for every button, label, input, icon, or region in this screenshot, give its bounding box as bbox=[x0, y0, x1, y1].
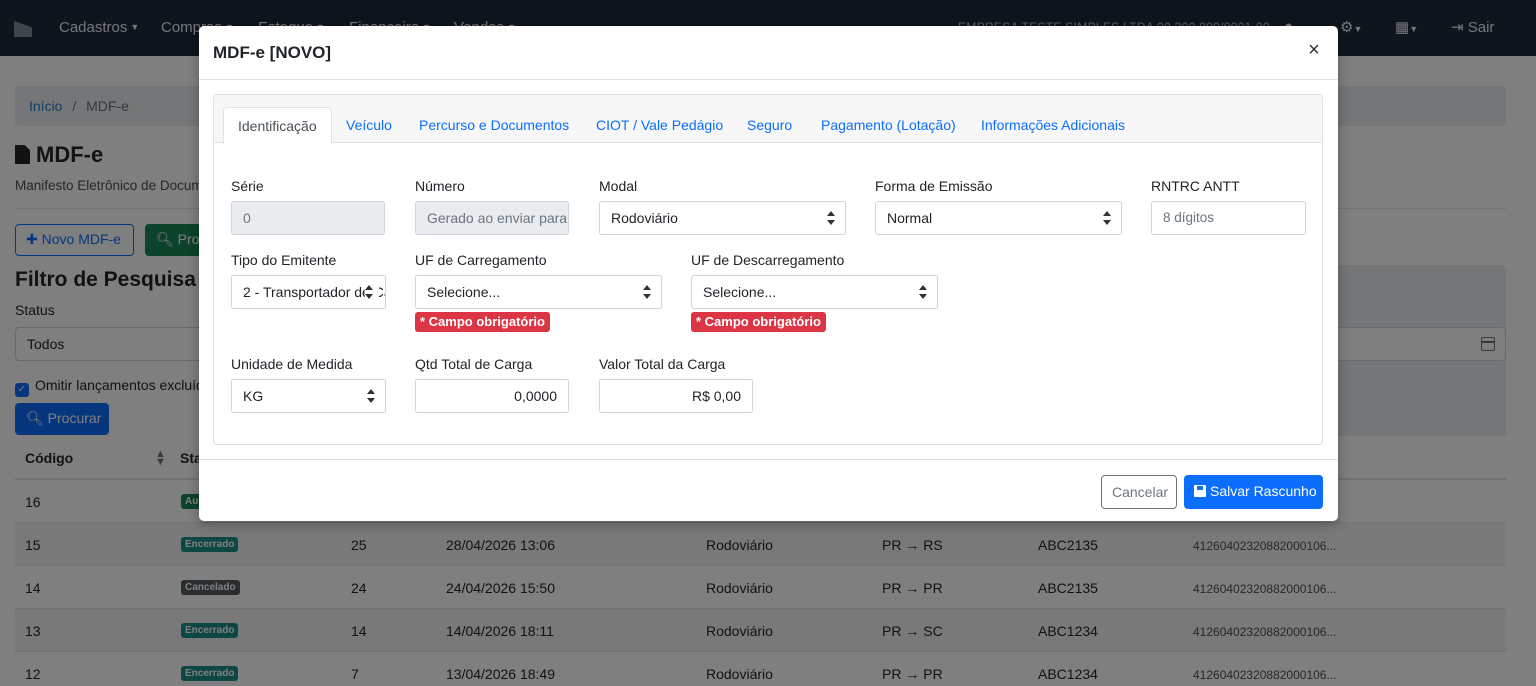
uf-carregamento-select[interactable]: Selecione... bbox=[415, 275, 662, 309]
forma-emissao-label: Forma de Emissão bbox=[875, 178, 993, 194]
tab-veiculo[interactable]: Veículo bbox=[332, 107, 406, 143]
tab-ciot-vale-pedagio[interactable]: CIOT / Vale Pedágio bbox=[582, 107, 737, 143]
form-card: Identificação Veículo Percurso e Documen… bbox=[213, 94, 1323, 445]
select-arrows-icon bbox=[919, 285, 927, 299]
qtd-total-carga-label: Qtd Total de Carga bbox=[415, 356, 533, 372]
rntrc-label: RNTRC ANTT bbox=[1151, 178, 1240, 194]
numero-label: Número bbox=[415, 178, 465, 194]
modal-header: MDF-e [NOVO] × bbox=[199, 26, 1338, 80]
valor-total-carga-input[interactable]: R$ 0,00 bbox=[599, 379, 753, 413]
select-arrows-icon bbox=[643, 285, 651, 299]
forma-emissao-select[interactable]: Normal bbox=[875, 201, 1122, 235]
select-arrows-icon bbox=[827, 211, 835, 225]
serie-input: 0 bbox=[231, 201, 385, 235]
save-draft-button[interactable]: Salvar Rascunho bbox=[1184, 475, 1323, 509]
qtd-total-carga-input[interactable]: 0,0000 bbox=[415, 379, 569, 413]
rntrc-input[interactable]: 8 dígitos bbox=[1151, 201, 1306, 235]
tab-informacoes-adicionais[interactable]: Informações Adicionais bbox=[967, 107, 1139, 143]
tipo-emitente-label: Tipo do Emitente bbox=[231, 252, 337, 268]
save-icon bbox=[1194, 485, 1206, 497]
valor-total-carga-label: Valor Total da Carga bbox=[599, 356, 726, 372]
tab-percurso-documentos[interactable]: Percurso e Documentos bbox=[405, 107, 583, 143]
modal-field-label: Modal bbox=[599, 178, 638, 194]
serie-label: Série bbox=[231, 178, 264, 194]
uf-descarregamento-select[interactable]: Selecione... bbox=[691, 275, 938, 309]
tipo-emitente-select[interactable]: 2 - Transportador de Carga Própria bbox=[231, 275, 386, 309]
uf-descarregamento-error: * Campo obrigatório bbox=[691, 312, 826, 332]
numero-input: Gerado ao enviar para SEFAZ bbox=[415, 201, 569, 235]
uf-carregamento-error: * Campo obrigatório bbox=[415, 312, 550, 332]
unidade-medida-label: Unidade de Medida bbox=[231, 356, 353, 372]
select-arrows-icon bbox=[1103, 211, 1111, 225]
uf-carregamento-label: UF de Carregamento bbox=[415, 252, 547, 268]
close-icon[interactable]: × bbox=[1304, 40, 1324, 60]
select-arrows-icon bbox=[365, 285, 379, 299]
cancel-button[interactable]: Cancelar bbox=[1101, 475, 1177, 509]
modal-footer: Cancelar Salvar Rascunho bbox=[199, 459, 1338, 521]
tab-pagamento-lotacao[interactable]: Pagamento (Lotação) bbox=[807, 107, 970, 143]
unidade-medida-select[interactable]: KG bbox=[231, 379, 386, 413]
tab-bar: Identificação Veículo Percurso e Documen… bbox=[214, 95, 1322, 144]
tab-identificacao[interactable]: Identificação bbox=[223, 107, 332, 144]
mdfe-modal: MDF-e [NOVO] × Identificação Veículo Per… bbox=[199, 26, 1338, 521]
modal-select[interactable]: Rodoviário bbox=[599, 201, 846, 235]
tab-seguro[interactable]: Seguro bbox=[733, 107, 806, 143]
uf-descarregamento-label: UF de Descarregamento bbox=[691, 252, 845, 268]
select-arrows-icon bbox=[367, 389, 375, 403]
modal-title: MDF-e [NOVO] bbox=[213, 43, 332, 62]
